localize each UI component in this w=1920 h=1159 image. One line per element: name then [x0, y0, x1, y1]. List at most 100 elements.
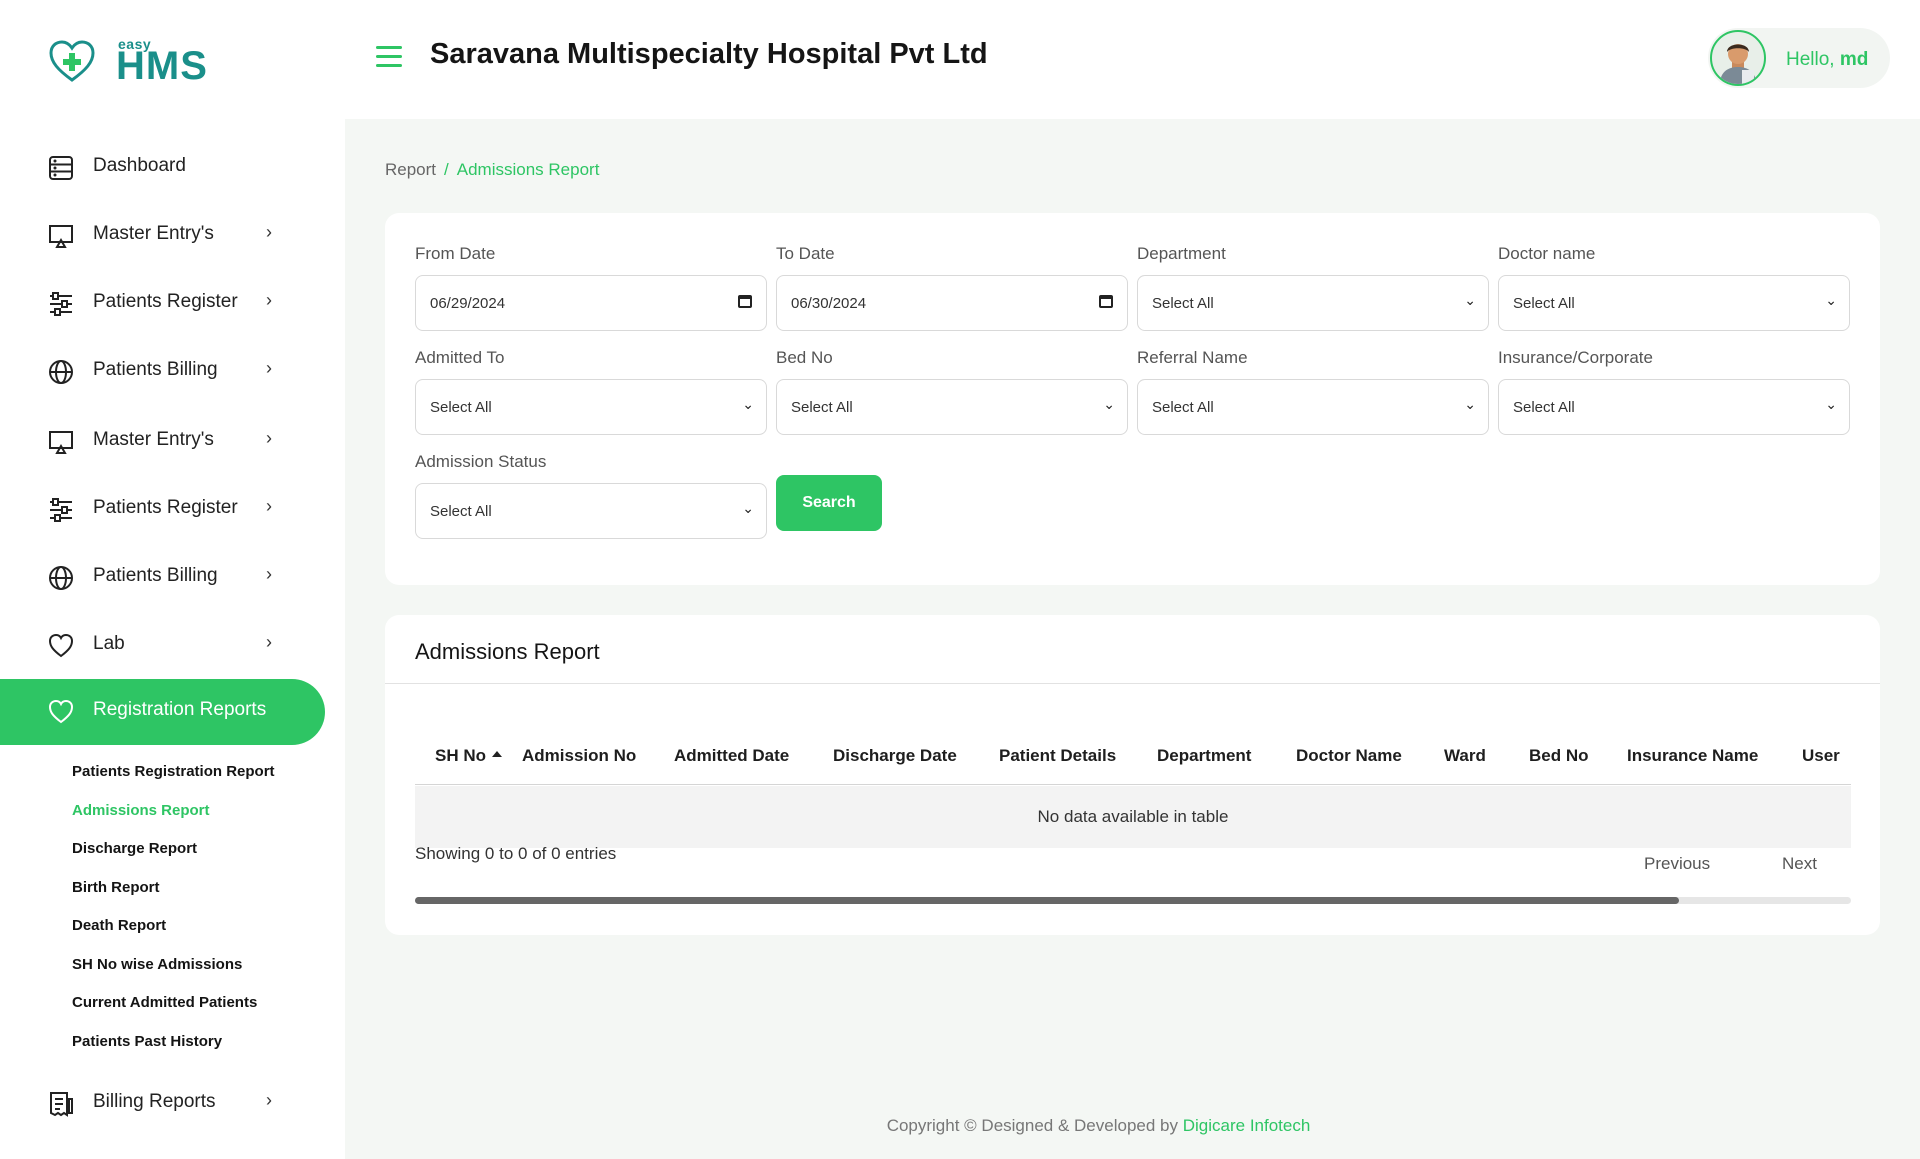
bed-no-value: Select All — [791, 399, 853, 416]
top-header: easy HMS Saravana Multispecialty Hospita… — [0, 0, 1920, 119]
admitted-to-select[interactable]: Select All ⌄ — [415, 379, 767, 435]
column-admitted-date[interactable]: Admitted Date — [674, 746, 789, 766]
next-page-button[interactable]: Next — [1782, 854, 1817, 874]
submenu-patients-registration-report[interactable]: Patients Registration Report — [72, 763, 275, 780]
submenu-admissions-report[interactable]: Admissions Report — [72, 802, 210, 819]
column-sh-no[interactable]: SH No — [435, 746, 502, 766]
to-date-input[interactable]: 06/30/2024 — [776, 275, 1128, 331]
sidebar-item-lab[interactable]: Lab › — [0, 613, 325, 677]
chevron-down-icon: ⌄ — [1464, 396, 1476, 412]
divider — [385, 683, 1880, 684]
admitted-to-label: Admitted To — [415, 348, 505, 367]
column-ward[interactable]: Ward — [1444, 746, 1486, 766]
sidebar-item-registration-reports[interactable]: Registration Reports — [0, 679, 325, 745]
submenu-discharge-report[interactable]: Discharge Report — [72, 840, 197, 857]
sidebar-item-patients-billing-2[interactable]: Patients Billing › — [0, 545, 325, 609]
submenu-sh-no-wise-admissions[interactable]: SH No wise Admissions — [72, 956, 242, 973]
column-patient-details[interactable]: Patient Details — [999, 746, 1116, 766]
globe-icon — [49, 566, 73, 590]
footer-text: Copyright © Designed & Developed by — [886, 1116, 1178, 1135]
sidebar-item-master-entry-2[interactable]: Master Entry's › — [0, 409, 325, 473]
referral-select[interactable]: Select All ⌄ — [1137, 379, 1489, 435]
column-doctor-name[interactable]: Doctor Name — [1296, 746, 1402, 766]
sidebar-item-patients-billing[interactable]: Patients Billing › — [0, 339, 325, 403]
admission-status-value: Select All — [430, 503, 492, 520]
avatar — [1710, 30, 1766, 86]
app-logo[interactable]: easy HMS — [48, 36, 248, 88]
column-insurance-name[interactable]: Insurance Name — [1627, 746, 1758, 766]
chevron-down-icon: ⌄ — [742, 500, 754, 516]
sidebar-item-patients-register[interactable]: Patients Register › — [0, 271, 325, 335]
menu-toggle-icon[interactable] — [376, 46, 402, 68]
submenu-patients-past-history[interactable]: Patients Past History — [72, 1033, 222, 1050]
sidebar-item-patients-register-2[interactable]: Patients Register › — [0, 477, 325, 541]
chevron-right-icon: › — [266, 290, 272, 310]
heart-plus-icon — [49, 40, 95, 82]
department-select[interactable]: Select All ⌄ — [1137, 275, 1489, 331]
calendar-icon[interactable] — [738, 295, 752, 308]
table-header: SH No Admission No Admitted Date Dischar… — [415, 730, 1851, 785]
sliders-icon — [50, 292, 72, 316]
sidebar-item-label: Master Entry's — [93, 223, 214, 244]
dashboard-icon — [49, 156, 73, 180]
from-date-input[interactable]: 06/29/2024 — [415, 275, 767, 331]
column-bed-no[interactable]: Bed No — [1529, 746, 1589, 766]
bed-no-select[interactable]: Select All ⌄ — [776, 379, 1128, 435]
breadcrumb-separator: / — [444, 160, 449, 179]
from-date-label: From Date — [415, 244, 496, 263]
breadcrumb-parent[interactable]: Report — [385, 160, 436, 179]
footer: Copyright © Designed & Developed by Digi… — [0, 1116, 1920, 1136]
greeting-text: Hello, — [1786, 49, 1835, 70]
hospital-title: Saravana Multispecialty Hospital Pvt Ltd — [430, 38, 988, 70]
bed-no-label: Bed No — [776, 348, 833, 367]
globe-icon — [49, 360, 73, 384]
chevron-down-icon: ⌄ — [1103, 396, 1115, 412]
chevron-right-icon: › — [266, 564, 272, 584]
username: md — [1839, 49, 1869, 70]
to-date-value: 06/30/2024 — [791, 295, 867, 312]
breadcrumb: Report / Admissions Report — [385, 160, 599, 180]
breadcrumb-current: Admissions Report — [456, 160, 600, 179]
chevron-right-icon: › — [266, 358, 272, 378]
submenu-birth-report[interactable]: Birth Report — [72, 879, 160, 896]
insurance-label: Insurance/Corporate — [1498, 348, 1653, 367]
from-date-value: 06/29/2024 — [430, 295, 506, 312]
insurance-select[interactable]: Select All ⌄ — [1498, 379, 1850, 435]
sidebar-item-label: Patients Register — [93, 497, 238, 518]
search-button[interactable]: Search — [776, 475, 882, 531]
chevron-down-icon: ⌄ — [742, 396, 754, 412]
user-menu[interactable]: Hello, md — [1708, 28, 1890, 88]
receipt-icon — [50, 1092, 73, 1117]
department-value: Select All — [1152, 295, 1214, 312]
sidebar-item-dashboard[interactable]: Dashboard — [0, 135, 325, 199]
column-department[interactable]: Department — [1157, 746, 1251, 766]
chevron-down-icon: ⌄ — [1464, 292, 1476, 308]
column-user[interactable]: User — [1802, 746, 1840, 766]
column-admission-no[interactable]: Admission No — [522, 746, 636, 766]
department-label: Department — [1137, 244, 1226, 263]
sidebar-item-master-entry[interactable]: Master Entry's › — [0, 203, 325, 267]
calendar-icon[interactable] — [1099, 295, 1113, 308]
sidebar: Dashboard Master Entry's › Patients Regi… — [0, 119, 345, 1159]
doctor-value: Select All — [1513, 295, 1575, 312]
chevron-right-icon: › — [266, 632, 272, 652]
table-info: Showing 0 to 0 of 0 entries — [415, 844, 617, 863]
admission-status-select[interactable]: Select All ⌄ — [415, 483, 767, 539]
submenu-death-report[interactable]: Death Report — [72, 917, 166, 934]
chevron-right-icon: › — [266, 1090, 272, 1110]
submenu-current-admitted-patients[interactable]: Current Admitted Patients — [72, 994, 257, 1011]
sliders-icon — [50, 498, 72, 522]
scrollbar-thumb[interactable] — [415, 897, 1679, 904]
previous-page-button[interactable]: Previous — [1644, 854, 1710, 874]
sidebar-item-label: Patients Register — [93, 291, 238, 312]
admitted-to-value: Select All — [430, 399, 492, 416]
doctor-select[interactable]: Select All ⌄ — [1498, 275, 1850, 331]
column-discharge-date[interactable]: Discharge Date — [833, 746, 957, 766]
to-date-label: To Date — [776, 244, 835, 263]
horizontal-scrollbar[interactable] — [415, 897, 1851, 904]
referral-label: Referral Name — [1137, 348, 1248, 367]
insurance-value: Select All — [1513, 399, 1575, 416]
report-card: Admissions Report SH No Admission No Adm… — [385, 615, 1880, 935]
chevron-down-icon: ⌄ — [1825, 396, 1837, 412]
footer-brand-link[interactable]: Digicare Infotech — [1183, 1116, 1311, 1135]
